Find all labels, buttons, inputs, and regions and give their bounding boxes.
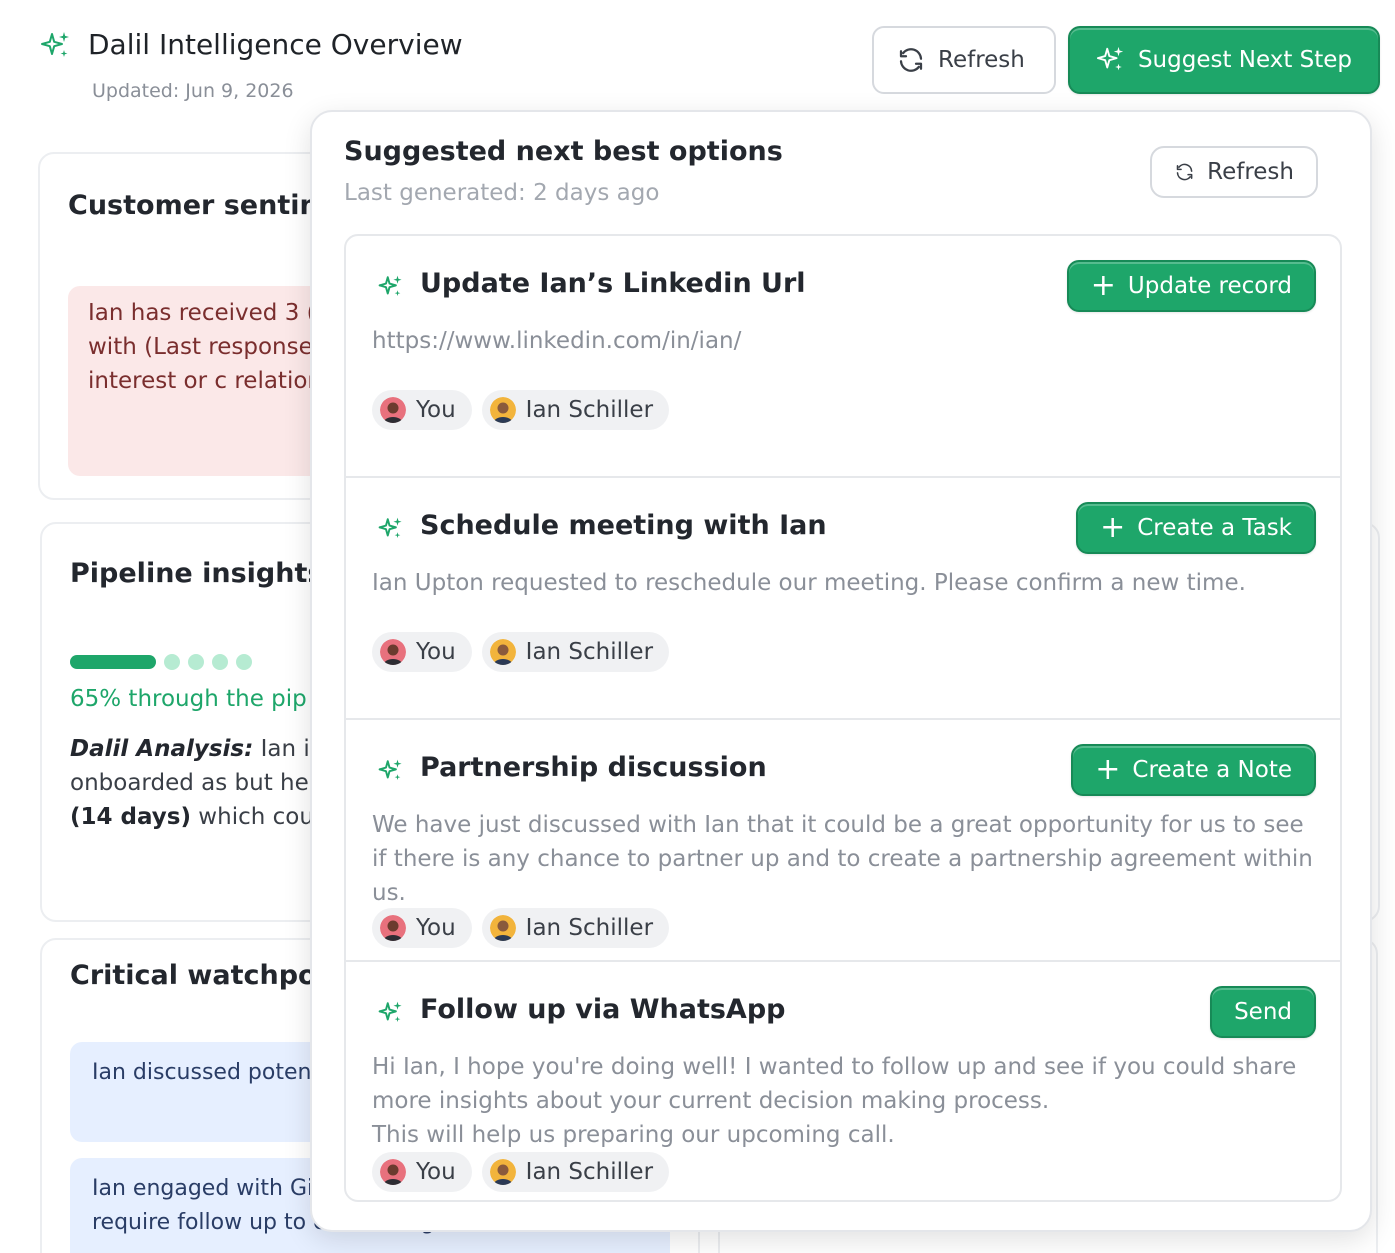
plus-icon: + [1090,268,1116,303]
refresh-button[interactable]: Refresh [872,26,1056,94]
participant-chip[interactable]: You [372,908,472,948]
progress-dot [212,654,228,670]
option-title: Follow up via WhatsApp [420,994,786,1025]
progress-dot [236,654,252,670]
participant-chip[interactable]: Ian Schiller [481,1152,670,1192]
refresh-label: Refresh [938,47,1025,73]
option-item: Follow up via WhatsApp Send Hi Ian, I ho… [346,962,1340,1200]
avatar-you [380,1159,406,1185]
participants: You Ian Schiller [372,390,670,430]
button-label: Create a Note [1132,757,1292,783]
suggest-label: Suggest Next Step [1137,47,1353,73]
refresh-icon [1176,163,1193,181]
progress-dot [164,654,180,670]
avatar-you [380,915,406,941]
option-title: Update Ian’s Linkedin Url [420,268,806,299]
options-list: Update Ian’s Linkedin Url + Update recor… [344,234,1342,1202]
avatar-ian [489,1159,516,1185]
option-description: We have just discussed with Ian that it … [372,812,1313,906]
button-label: Create a Task [1137,515,1292,541]
plus-icon: + [1095,752,1121,787]
page-title: Dalil Intelligence Overview [88,28,463,61]
pipeline-percent: 65% through the pip [70,686,307,712]
critical-title: Critical watchpoi [70,960,326,991]
pipeline-title: Pipeline insights [70,558,324,589]
sparkle-icon [378,759,402,780]
option-description: https://www.linkedin.com/in/ian/ [372,328,742,354]
avatar-ian [489,397,516,423]
participants: You Ian Schiller [372,908,670,948]
refresh-icon [899,48,923,72]
sparkle-icon [378,275,402,296]
suggestions-popover: Suggested next best options Last generat… [310,110,1372,1232]
analysis-label: Dalil Analysis: [70,736,254,762]
analysis-days: (14 days) [70,804,191,830]
sentiment-title: Customer sentim [68,190,328,221]
participants: You Ian Schiller [372,632,670,672]
participant-chip[interactable]: Ian Schiller [481,390,670,430]
popover-title: Suggested next best options [344,136,783,167]
participant-chip[interactable]: You [372,390,472,430]
send-button[interactable]: Send [1210,986,1316,1038]
popover-subtitle: Last generated: 2 days ago [344,180,660,206]
avatar-ian [489,639,516,665]
option-item: Update Ian’s Linkedin Url + Update recor… [346,236,1340,478]
participant-chip[interactable]: Ian Schiller [481,632,670,672]
sparkle-icon [41,32,69,57]
refresh-label: Refresh [1207,159,1294,185]
plus-icon: + [1100,510,1126,545]
progress-bar-fill [70,655,156,669]
participant-chip[interactable]: You [372,632,472,672]
button-label: Update record [1127,273,1292,299]
popover-refresh-button[interactable]: Refresh [1150,146,1318,198]
update-record-button[interactable]: + Update record [1066,260,1316,312]
option-title: Partnership discussion [420,752,767,783]
option-description: This will help us preparing our upcoming… [372,1122,895,1148]
button-label: Send [1234,999,1292,1025]
option-item: Schedule meeting with Ian + Create a Tas… [346,478,1340,720]
option-description: Hi Ian, I hope you're doing well! I want… [372,1054,1297,1114]
participant-chip[interactable]: You [372,1152,472,1192]
create-task-button[interactable]: + Create a Task [1076,502,1316,554]
avatar-you [380,397,406,423]
avatar-ian [489,915,516,941]
create-note-button[interactable]: + Create a Note [1071,744,1316,796]
participant-chip[interactable]: Ian Schiller [481,908,670,948]
updated-timestamp: Updated: Jun 9, 2026 [92,80,294,102]
option-item: Partnership discussion + Create a Note W… [346,720,1340,962]
avatar-you [380,639,406,665]
sparkle-icon [378,1001,402,1022]
progress-dot [188,654,204,670]
option-description: Ian Upton requested to reschedule our me… [372,570,1246,596]
option-title: Schedule meeting with Ian [420,510,827,541]
participants: You Ian Schiller [372,1152,670,1192]
pipeline-progress [70,654,252,670]
sparkle-icon [378,517,402,538]
sparkle-icon [1096,46,1124,71]
suggest-next-step-button[interactable]: Suggest Next Step [1068,26,1380,94]
